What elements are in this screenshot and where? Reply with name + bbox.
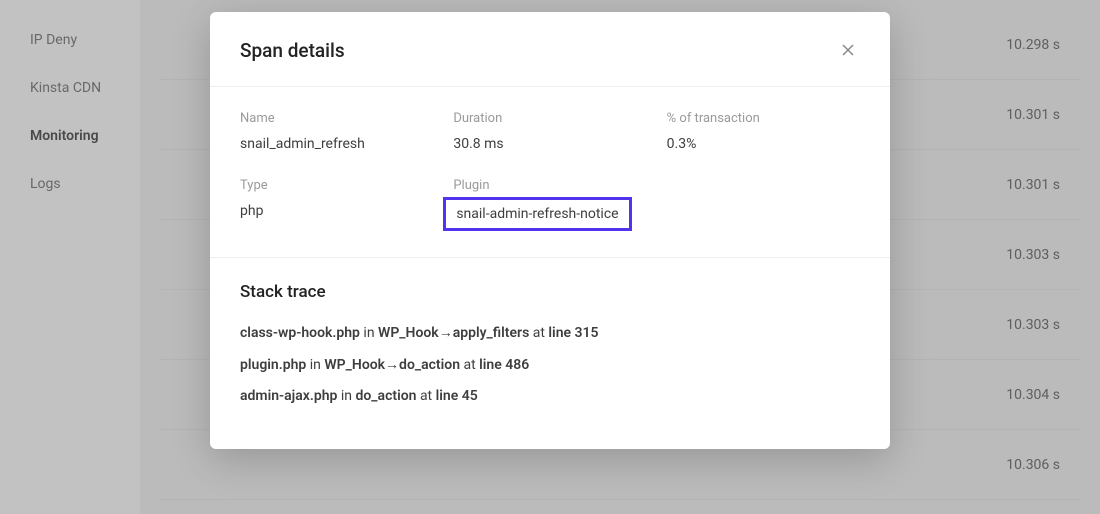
field-value: 0.3% [667, 136, 860, 152]
field-value: php [240, 203, 433, 219]
trace-in: in [360, 325, 378, 341]
stack-trace-line: class-wp-hook.php in WP_Hook→apply_filte… [240, 324, 860, 344]
field-label: % of transaction [667, 111, 860, 126]
field-label: Type [240, 178, 433, 193]
field-name: Name snail_admin_refresh [240, 111, 433, 152]
field-label: Duration [453, 111, 646, 126]
trace-at: at [416, 388, 435, 404]
span-details-modal: Span details Name snail_admin_refresh Du… [210, 12, 890, 449]
field-value: snail_admin_refresh [240, 136, 433, 152]
field-percent: % of transaction 0.3% [667, 111, 860, 152]
modal-header: Span details [210, 12, 890, 87]
field-type: Type php [240, 178, 433, 231]
field-value: 30.8 ms [453, 136, 646, 152]
trace-file: class-wp-hook.php [240, 325, 360, 341]
modal-title: Span details [240, 39, 345, 62]
stack-trace-line: admin-ajax.php in do_action at line 45 [240, 387, 860, 407]
trace-func: WP_Hook→do_action [324, 357, 460, 373]
trace-in: in [306, 357, 324, 373]
modal-body: Name snail_admin_refresh Duration 30.8 m… [210, 87, 890, 449]
trace-file: plugin.php [240, 357, 306, 373]
field-label: Name [240, 111, 433, 126]
field-value: snail-admin-refresh-notice [453, 203, 646, 231]
trace-lineno: line 45 [436, 388, 478, 404]
field-label: Plugin [453, 178, 646, 193]
span-fields-grid: Name snail_admin_refresh Duration 30.8 m… [240, 111, 860, 231]
close-icon [842, 41, 854, 60]
plugin-highlight: snail-admin-refresh-notice [443, 197, 631, 231]
field-duration: Duration 30.8 ms [453, 111, 646, 152]
trace-in: in [337, 388, 355, 404]
modal-overlay[interactable]: Span details Name snail_admin_refresh Du… [0, 0, 1100, 514]
trace-func: do_action [356, 388, 417, 404]
close-button[interactable] [836, 38, 860, 62]
trace-lineno: line 486 [479, 357, 529, 373]
trace-at: at [460, 357, 479, 373]
trace-func: WP_Hook→apply_filters [378, 325, 529, 341]
trace-at: at [529, 325, 548, 341]
trace-file: admin-ajax.php [240, 388, 337, 404]
stack-trace-line: plugin.php in WP_Hook→do_action at line … [240, 356, 860, 376]
trace-lineno: line 315 [548, 325, 598, 341]
stack-trace-title: Stack trace [240, 282, 860, 302]
field-plugin: Plugin snail-admin-refresh-notice [453, 178, 646, 231]
divider [210, 257, 890, 258]
